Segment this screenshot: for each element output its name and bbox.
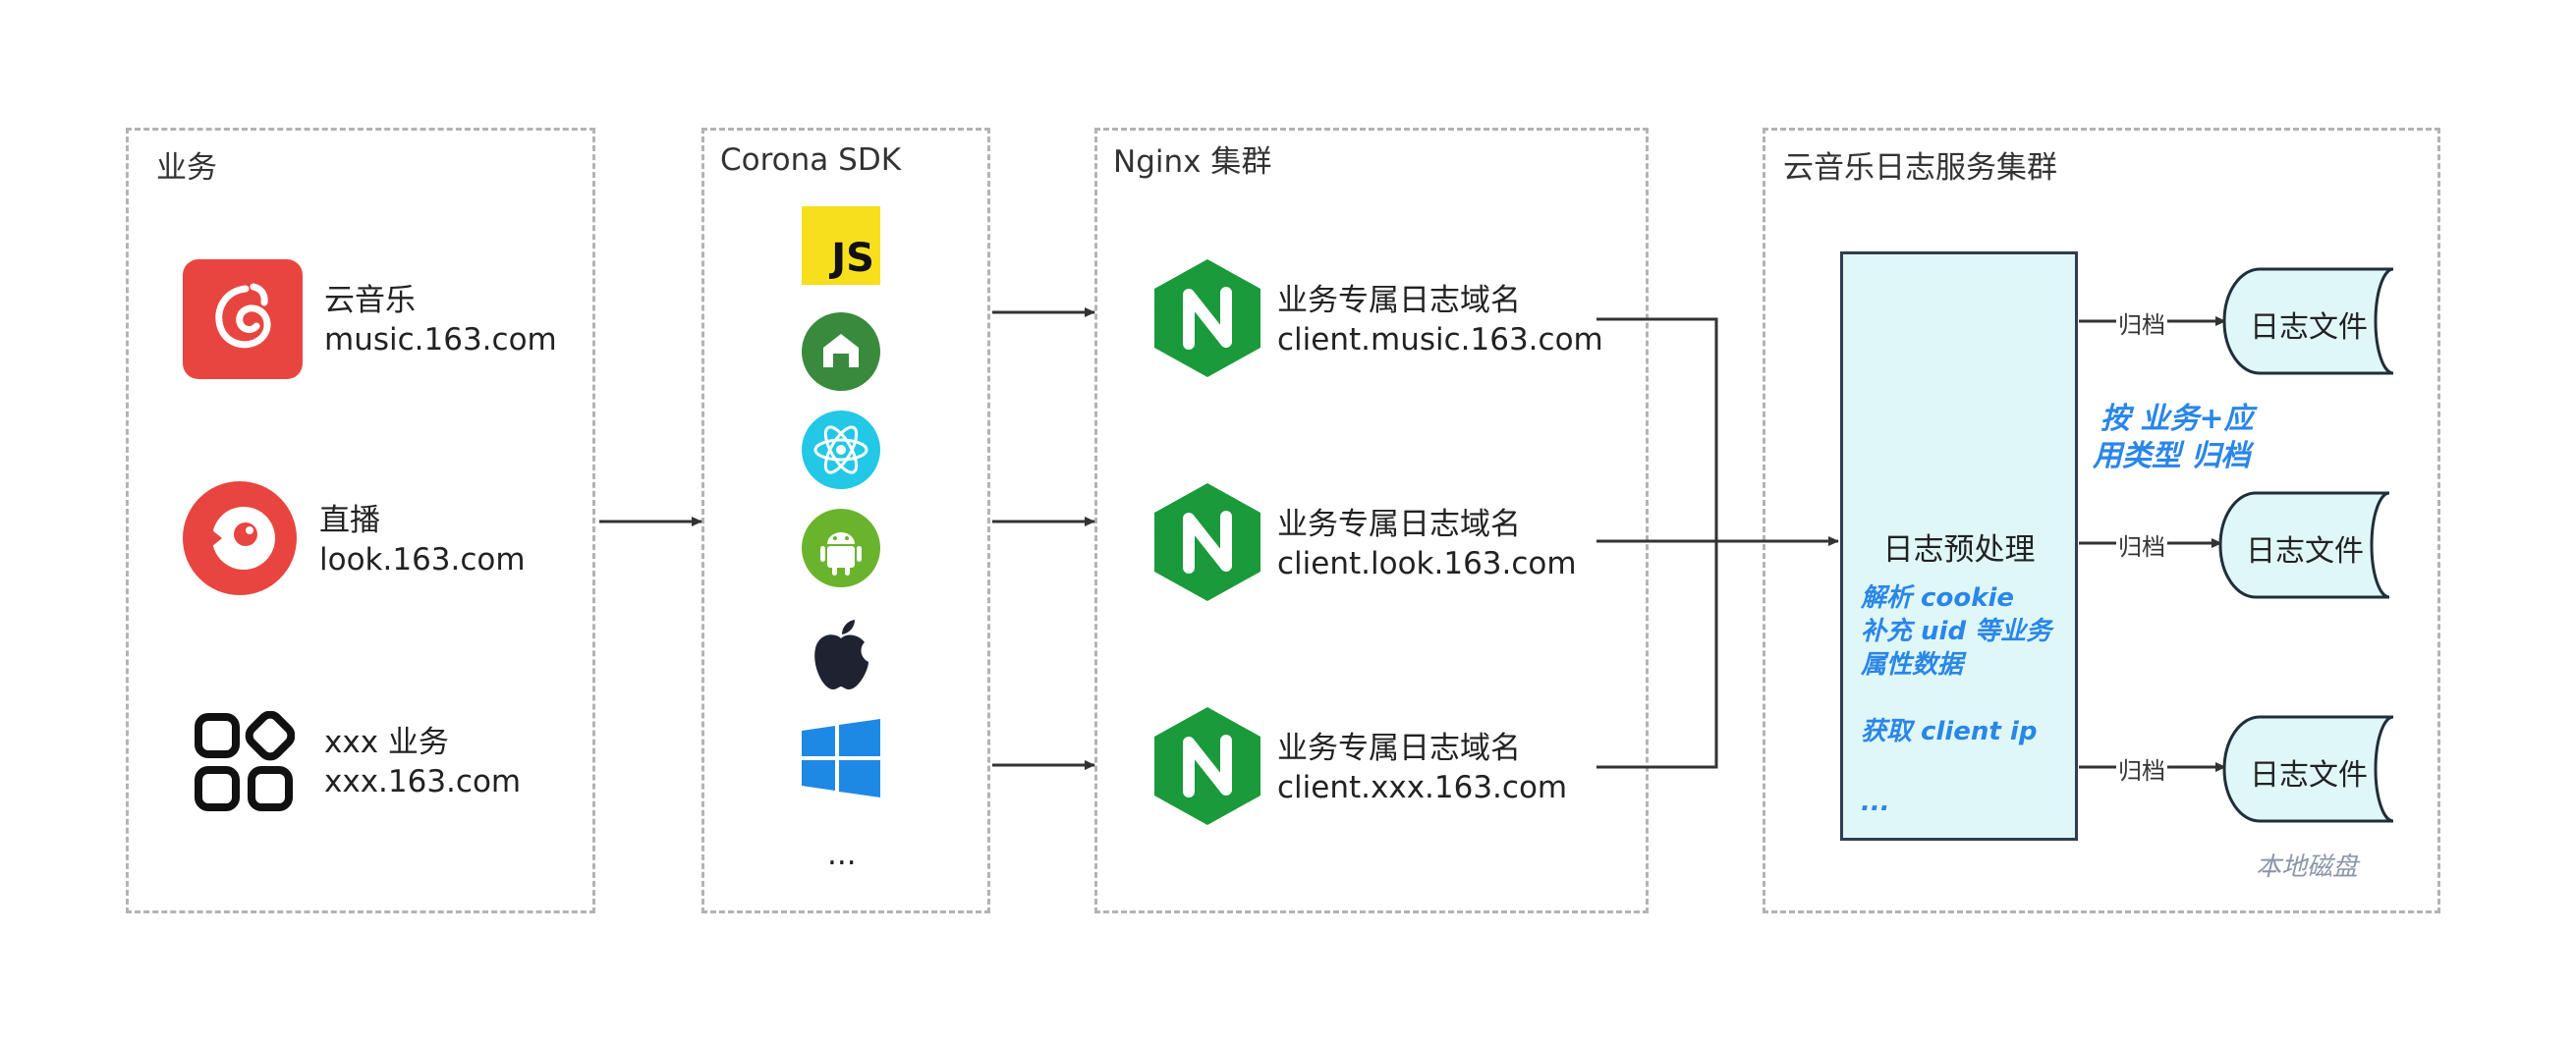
archive-label-2: 归档 (2116, 527, 2167, 562)
app-domain-music: music.163.com (324, 322, 557, 358)
apple-icon (814, 620, 868, 689)
nginx-title-music: 业务专属日志域名 (1277, 283, 1521, 318)
log-file-label-2: 日志文件 (2246, 534, 2364, 569)
app-domain-xxx: xxx.163.com (324, 764, 522, 799)
app-domain-live: look.163.com (319, 542, 526, 578)
architecture-diagram: 业务 Corona SDK Nginx 集群 云音乐日志服务集群 云音乐 mus… (0, 0, 2576, 1045)
app-name-xxx: xxx 业务 (324, 725, 449, 760)
nginx-title-look: 业务专属日志域名 (1277, 507, 1521, 542)
nuxt-icon (802, 312, 880, 391)
line-nginx-music (1596, 317, 1718, 541)
app-name-live: 直播 (319, 503, 380, 538)
local-disk-label: 本地磁盘 (2256, 852, 2359, 882)
preprocess-note-cookie: 解析 cookie (1861, 583, 2015, 613)
android-icon (802, 509, 880, 587)
react-icon (802, 411, 880, 489)
nginx-domain-look: client.look.163.com (1277, 546, 1577, 581)
preprocess-box: 日志预处理 (1840, 251, 2078, 841)
archive-label-3: 归档 (2116, 751, 2167, 786)
preprocess-note-uid: 补充 uid 等业务 (1861, 617, 2052, 646)
nginx-title-xxx: 业务专属日志域名 (1277, 731, 1521, 766)
preprocess-note-attr: 属性数据 (1861, 650, 1964, 680)
archive-label-1: 归档 (2116, 305, 2167, 340)
windows-icon (802, 719, 880, 798)
log-file-label-1: 日志文件 (2250, 310, 2368, 345)
javascript-icon: JS (802, 206, 880, 285)
log-file-label-3: 日志文件 (2250, 758, 2368, 793)
preprocess-note-more: ... (1861, 788, 1890, 817)
app-name-music: 云音乐 (324, 283, 416, 318)
apps-grid-icon (195, 711, 295, 811)
sdk-more: ... (827, 837, 857, 872)
live-stream-icon (183, 481, 297, 595)
preprocess-title: 日志预处理 (1882, 532, 2036, 568)
nginx-domain-xxx: client.xxx.163.com (1277, 770, 1568, 805)
preprocess-note-ip: 获取 client ip (1861, 717, 2038, 746)
nginx-domain-music: client.music.163.com (1277, 322, 1603, 358)
line-nginx-xxx (1596, 541, 1718, 769)
nginx-icon-look (1154, 483, 1260, 601)
nginx-icon-music (1154, 259, 1260, 377)
archive-rule-line1: 按 业务+应 (2100, 402, 2254, 436)
archive-rule-line2: 用类型 归档 (2093, 439, 2251, 473)
nginx-icon-xxx (1154, 707, 1260, 825)
cloud-music-icon (183, 259, 303, 379)
